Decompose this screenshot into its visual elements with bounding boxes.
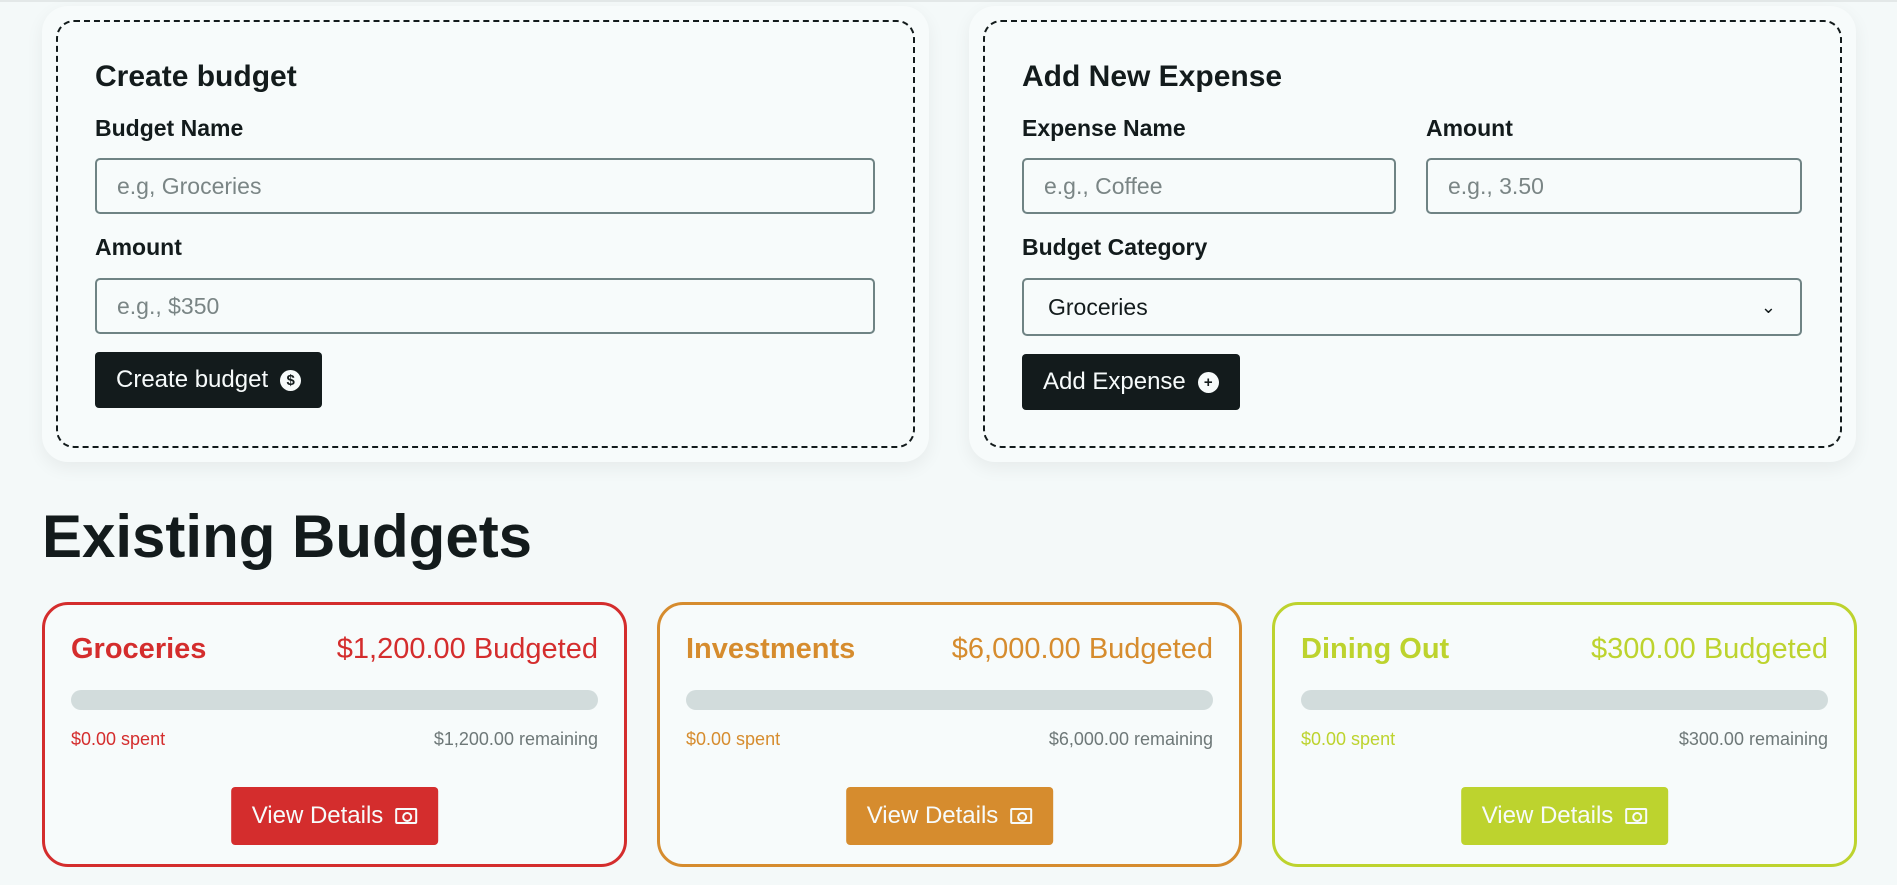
budget-spent: $0.00 spent (1301, 729, 1396, 749)
view-details-label: View Details (1481, 802, 1614, 829)
add-expense-card: Add New Expense Expense Name Amount Budg… (969, 6, 1856, 462)
expense-amount-input[interactable] (1426, 158, 1802, 214)
budget-category-select[interactable]: Groceries ⌄ (1022, 278, 1802, 336)
expense-name-input[interactable] (1022, 158, 1396, 214)
budget-amount-input[interactable] (95, 278, 875, 334)
cash-icon (1010, 808, 1033, 824)
add-expense-button[interactable]: Add Expense + (1022, 354, 1240, 410)
view-details-button[interactable]: View Details (845, 787, 1054, 845)
budget-progress-bar (686, 690, 1213, 710)
budget-card-groceries: Groceries $1,200.00 Budgeted $0.00 spent… (42, 602, 627, 867)
cash-icon (395, 808, 418, 824)
budget-card-dining-out: Dining Out $300.00 Budgeted $0.00 spent … (1272, 602, 1857, 867)
view-details-label: View Details (866, 802, 999, 829)
budget-category-value: Groceries (1048, 293, 1148, 320)
dollar-circle-icon: $ (280, 369, 302, 391)
view-details-button[interactable]: View Details (230, 787, 439, 845)
chevron-down-icon: ⌄ (1760, 296, 1776, 317)
existing-budgets-heading: Existing Budgets (42, 503, 533, 570)
budget-progress-bar (71, 690, 598, 710)
budget-amount: $300.00 Budgeted (1590, 633, 1828, 665)
budget-name: Groceries (71, 633, 207, 665)
budget-name: Investments (686, 633, 856, 665)
create-budget-title: Create budget (95, 60, 297, 93)
create-budget-button-label: Create budget (116, 366, 269, 393)
budget-category-label: Budget Category (1022, 234, 1208, 260)
budget-remaining: $300.00 remaining (1678, 729, 1828, 749)
budget-name-label: Budget Name (95, 115, 244, 141)
budget-amount: $1,200.00 Budgeted (336, 633, 598, 665)
view-details-button[interactable]: View Details (1460, 787, 1669, 845)
expense-amount-label: Amount (1426, 115, 1513, 141)
plus-circle-icon: + (1197, 371, 1219, 393)
add-expense-form: Add New Expense Expense Name Amount Budg… (983, 20, 1842, 448)
budget-name-input[interactable] (95, 158, 875, 214)
budget-amount-label: Amount (95, 234, 182, 260)
cash-icon (1625, 808, 1648, 824)
budget-progress-bar (1301, 690, 1828, 710)
create-budget-button[interactable]: Create budget $ (95, 352, 323, 408)
budget-card-investments: Investments $6,000.00 Budgeted $0.00 spe… (657, 602, 1242, 867)
budget-remaining: $6,000.00 remaining (1048, 729, 1213, 749)
view-details-label: View Details (251, 802, 384, 829)
budget-remaining: $1,200.00 remaining (433, 729, 598, 749)
budget-spent: $0.00 spent (71, 729, 166, 749)
add-expense-button-label: Add Expense (1043, 368, 1186, 395)
budget-amount: $6,000.00 Budgeted (951, 633, 1213, 665)
create-budget-form: Create budget Budget Name Amount Create … (56, 20, 915, 448)
expense-name-label: Expense Name (1022, 115, 1186, 141)
budget-spent: $0.00 spent (686, 729, 781, 749)
create-budget-card: Create budget Budget Name Amount Create … (42, 6, 929, 462)
add-expense-title: Add New Expense (1022, 60, 1283, 93)
budget-name: Dining Out (1301, 633, 1450, 665)
